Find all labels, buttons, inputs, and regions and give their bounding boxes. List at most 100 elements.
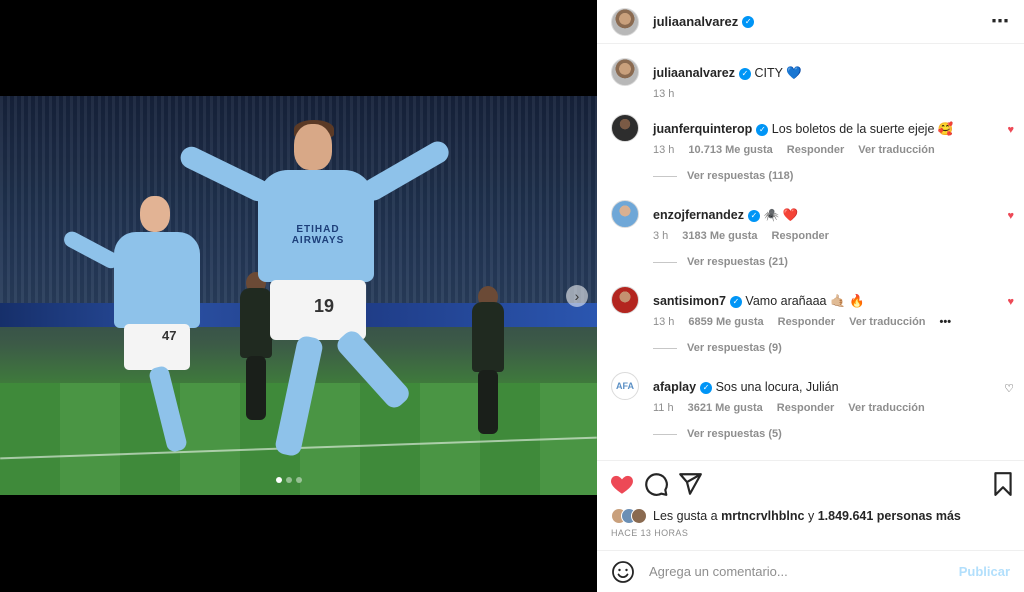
avatar[interactable]: AFA: [611, 372, 639, 400]
like-count[interactable]: 3621 Me gusta: [688, 402, 763, 414]
publish-button[interactable]: Publicar: [959, 564, 1010, 579]
comment-item: enzojfernandez ✓ 🕷️ ❤️ 3 h 3183 Me gusta …: [611, 200, 1016, 272]
shorts-number: 47: [162, 328, 177, 343]
speech-bubble-icon[interactable]: [643, 471, 669, 497]
add-comment-bar: Publicar: [597, 550, 1024, 592]
caption-emoji: 💙: [786, 66, 802, 80]
comment-body: Vamo arañaaa: [745, 294, 827, 308]
comment-item: juanferquinterop ✓ Los boletos de la suer…: [611, 114, 1016, 186]
shirt-sponsor: ETIHAD AIRWAYS: [291, 224, 345, 246]
heart-filled-icon[interactable]: [609, 471, 635, 497]
caption-username[interactable]: juliaanalvarez: [653, 66, 735, 80]
comment-text: afaplay ✓ Sos una locura, Julián: [653, 380, 839, 394]
comment-text: juanferquinterop ✓ Los boletos de la suer…: [653, 122, 953, 137]
comment-meta: 13 h 6859 Me gusta Responder Ver traducc…: [653, 316, 951, 328]
avatar: [631, 508, 647, 524]
comment-text: enzojfernandez ✓ 🕷️ ❤️: [653, 208, 798, 223]
caption-text: juliaanalvarez ✓ CITY 💙: [653, 66, 802, 81]
timestamp[interactable]: 13 h: [653, 88, 674, 100]
likes-prefix: Les gusta a: [653, 509, 718, 523]
post-panel: juliaanalvarez ✓ ⋯ juliaanalvarez ✓ CITY …: [597, 0, 1024, 592]
avatar[interactable]: [611, 7, 639, 36]
author-username[interactable]: juliaanalvarez: [653, 14, 738, 29]
like-count[interactable]: 10.713 Me gusta: [688, 144, 772, 156]
chevron-right-icon[interactable]: ›: [566, 285, 588, 307]
comment-options-button[interactable]: •••: [940, 316, 952, 328]
verified-icon: ✓: [739, 67, 751, 80]
verified-icon: ✓: [729, 295, 742, 308]
comment-username[interactable]: juanferquinterop: [653, 122, 752, 136]
caption-body: CITY: [754, 66, 783, 80]
comment-meta: 3 h 3183 Me gusta Responder: [653, 230, 829, 242]
bookmark-icon[interactable]: [990, 471, 1016, 497]
timestamp[interactable]: 13 h: [653, 316, 674, 328]
heart-filled-icon[interactable]: ♥: [1007, 296, 1014, 308]
post-time[interactable]: HACE 13 HORAS: [611, 528, 688, 538]
comment-emoji: 🤙🏼 🔥: [829, 294, 865, 308]
comment-meta: 13 h 10.713 Me gusta Responder Ver tradu…: [653, 144, 935, 156]
translate-button[interactable]: Ver traducción: [858, 144, 934, 156]
view-replies-button[interactable]: Ver respuestas (9): [653, 342, 782, 354]
view-replies-button[interactable]: Ver respuestas (118): [653, 170, 793, 182]
carousel-dot: [276, 477, 282, 483]
timestamp[interactable]: 11 h: [653, 402, 674, 414]
carousel-dot: [286, 477, 292, 483]
translate-button[interactable]: Ver traducción: [848, 402, 924, 414]
reply-button[interactable]: Responder: [777, 402, 834, 414]
celebrating-player: ETIHAD AIRWAYS 19: [176, 120, 453, 464]
liker-username[interactable]: mrtncrvlhblnc: [721, 509, 804, 523]
comment-emoji: 🥰: [937, 122, 954, 136]
post-photo[interactable]: 47 ETIHAD AIRWAYS 19: [0, 96, 597, 495]
translate-button[interactable]: Ver traducción: [849, 316, 925, 328]
comment-item: AFA afaplay ✓ Sos una locura, Julián 11 h…: [611, 372, 1016, 444]
post-actions: [597, 460, 1024, 506]
like-count[interactable]: 3183 Me gusta: [682, 230, 757, 242]
reply-button[interactable]: Responder: [778, 316, 835, 328]
verified-icon: ✓: [742, 15, 755, 28]
view-replies-button[interactable]: Ver respuestas (21): [653, 256, 788, 268]
reply-button[interactable]: Responder: [787, 144, 844, 156]
comment-meta: 11 h 3621 Me gusta Responder Ver traducc…: [653, 402, 925, 414]
comment-body: Sos una locura, Julián: [715, 380, 839, 394]
heart-filled-icon[interactable]: ♥: [1007, 124, 1014, 136]
timestamp[interactable]: 13 h: [653, 144, 674, 156]
reply-button[interactable]: Responder: [772, 230, 829, 242]
opponent-player: [468, 286, 508, 436]
like-count[interactable]: 6859 Me gusta: [688, 316, 763, 328]
caption-meta: 13 h: [653, 88, 674, 100]
post-media: 47 ETIHAD AIRWAYS 19 ›: [0, 0, 597, 592]
avatar[interactable]: [611, 286, 639, 314]
comment-input[interactable]: [649, 564, 949, 579]
post-header: juliaanalvarez ✓ ⋯: [597, 0, 1024, 44]
comments-list[interactable]: juliaanalvarez ✓ CITY 💙 13 h juanferquint…: [597, 44, 1024, 460]
likes-count[interactable]: 1.849.641 personas más: [818, 509, 961, 523]
verified-icon: ✓: [748, 209, 760, 222]
avatar[interactable]: [611, 200, 639, 228]
paper-plane-icon[interactable]: [677, 471, 703, 497]
comment-emoji: 🕷️ ❤️: [763, 208, 799, 222]
comment-item: santisimon7 ✓ Vamo arañaaa 🤙🏼 🔥 13 h 6859…: [611, 286, 1016, 358]
smiley-icon[interactable]: [611, 560, 635, 584]
comment-username[interactable]: afaplay: [653, 380, 696, 394]
likes-label: Les gusta a mrtncrvlhblnc y 1.849.641 pe…: [653, 509, 961, 523]
comment-text: santisimon7 ✓ Vamo arañaaa 🤙🏼 🔥: [653, 294, 865, 309]
avatar[interactable]: [611, 114, 639, 142]
avatar[interactable]: [611, 58, 639, 86]
heart-filled-icon[interactable]: ♥: [1007, 210, 1014, 222]
ellipsis-icon[interactable]: ⋯: [991, 11, 1010, 32]
heart-outline-icon[interactable]: ♡: [1004, 382, 1014, 395]
teammate-player: 47: [61, 196, 210, 456]
likes-summary: Les gusta a mrtncrvlhblnc y 1.849.641 pe…: [611, 508, 961, 524]
comment-username[interactable]: enzojfernandez: [653, 208, 744, 222]
comment-body: Los boletos de la suerte ejeje: [771, 122, 935, 136]
view-replies-button[interactable]: Ver respuestas (5): [653, 428, 782, 440]
shorts-number: 19: [314, 296, 335, 316]
likes-connector: y: [807, 509, 815, 523]
caption: juliaanalvarez ✓ CITY 💙 13 h: [611, 58, 1016, 100]
verified-icon: ✓: [700, 381, 713, 394]
carousel-dots: [276, 477, 302, 483]
timestamp[interactable]: 3 h: [653, 230, 668, 242]
comment-username[interactable]: santisimon7: [653, 294, 726, 308]
carousel-dot: [296, 477, 302, 483]
verified-icon: ✓: [756, 123, 769, 136]
